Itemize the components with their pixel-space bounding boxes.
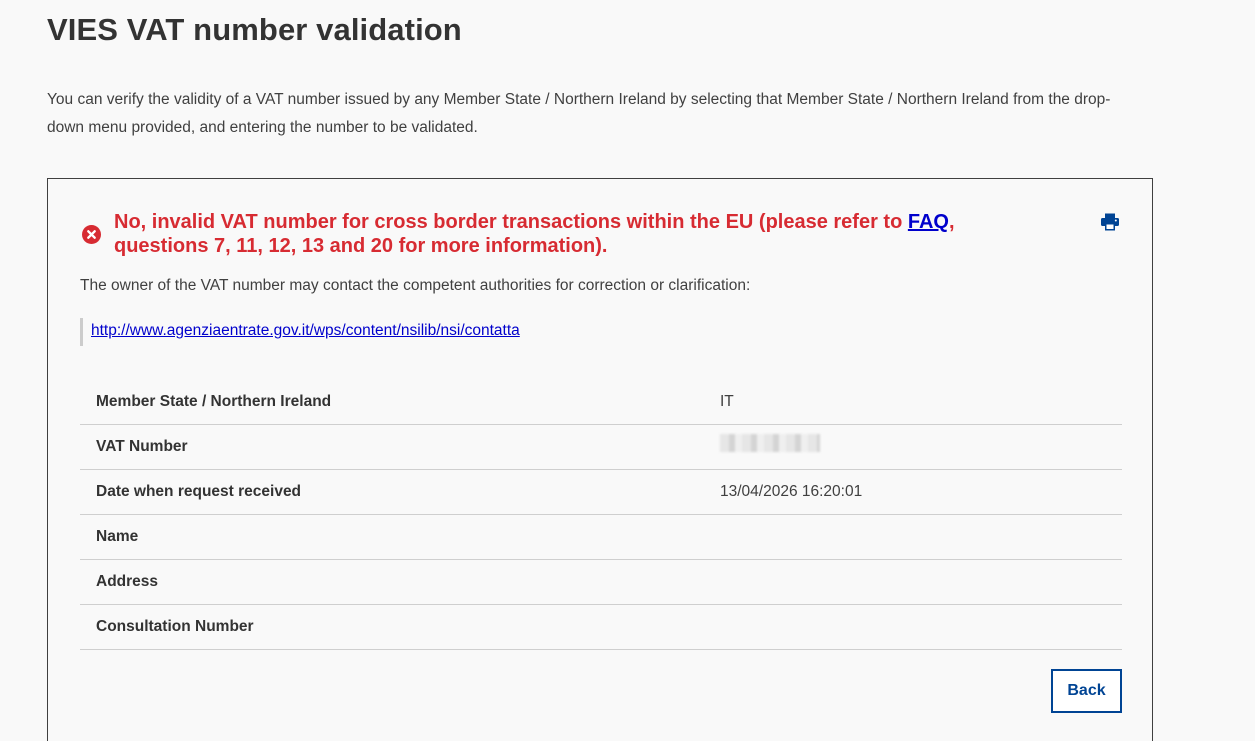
detail-row-name: Name xyxy=(80,515,1122,560)
detail-row-member-state: Member State / Northern Ireland IT xyxy=(80,380,1122,425)
detail-label: Member State / Northern Ireland xyxy=(96,393,332,410)
detail-label: Consultation Number xyxy=(96,618,254,635)
intro-line-1: You can verify the validity of a VAT num… xyxy=(47,91,1111,108)
result-heading: No, invalid VAT number for cross border … xyxy=(114,210,1014,258)
result-heading-comma: , xyxy=(948,211,955,233)
faq-link[interactable]: FAQ xyxy=(908,211,949,233)
detail-row-vat-number: VAT Number xyxy=(80,425,1122,470)
owner-note: The owner of the VAT number may contact … xyxy=(80,277,751,294)
detail-label: Name xyxy=(96,528,139,545)
authority-contact-link[interactable]: http://www.agenziaentrate.gov.it/wps/con… xyxy=(91,322,520,340)
result-heading-text: No, invalid VAT number for cross border … xyxy=(114,211,908,233)
detail-value-request-date: 13/04/2026 16:20:01 xyxy=(720,483,863,500)
page-title: VIES VAT number validation xyxy=(47,12,462,47)
detail-row-consultation-number: Consultation Number xyxy=(80,605,1122,650)
detail-label: VAT Number xyxy=(96,438,188,455)
result-panel: No, invalid VAT number for cross border … xyxy=(47,178,1153,741)
detail-row-address: Address xyxy=(80,560,1122,605)
redacted-vat-number xyxy=(720,434,820,452)
detail-label: Address xyxy=(96,573,159,590)
detail-row-request-date: Date when request received 13/04/2026 16… xyxy=(80,470,1122,515)
error-circle-icon xyxy=(82,225,101,244)
back-button[interactable]: Back xyxy=(1051,669,1122,713)
intro-text: You can verify the validity of a VAT num… xyxy=(47,86,1157,142)
details-table: Member State / Northern Ireland IT VAT N… xyxy=(80,380,1122,650)
vies-page: VIES VAT number validation You can verif… xyxy=(0,0,1255,741)
authority-link-quote: http://www.agenziaentrate.gov.it/wps/con… xyxy=(80,318,520,346)
intro-line-2: down menu provided, and entering the num… xyxy=(47,119,478,136)
detail-label: Date when request received xyxy=(96,483,302,500)
detail-value-member-state: IT xyxy=(720,393,734,410)
result-heading-line-2: questions 7, 11, 12, 13 and 20 for more … xyxy=(114,235,608,257)
print-icon[interactable] xyxy=(1100,213,1120,231)
